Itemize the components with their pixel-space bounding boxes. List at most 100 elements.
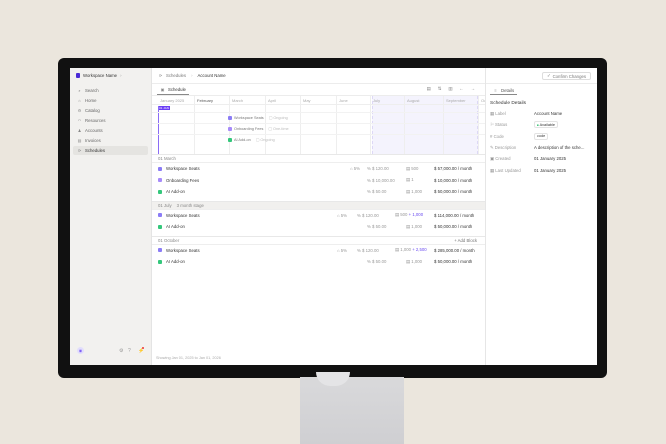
section-header: 01 March: [152, 154, 485, 163]
sidebar-item-label: Resources: [85, 118, 106, 123]
breadcrumb-schedules[interactable]: Schedules: [166, 73, 186, 78]
gantt-row-divider: [152, 134, 485, 135]
print-icon[interactable]: ▤: [427, 86, 431, 92]
arrow-left-icon[interactable]: ←: [459, 86, 463, 92]
home-icon: ⌂: [78, 98, 81, 103]
sidebar-item-label: Catalog: [85, 108, 100, 113]
table-row[interactable]: Workspace Seats ⌂ 5% % $ 120.00 ▤ 500 $ 57,0…: [152, 163, 485, 174]
swap-icon[interactable]: ⇅: [438, 86, 442, 92]
schedules-icon: ⟳: [77, 148, 82, 153]
quantity-value: ▤ 1,000 + 2,500: [395, 247, 427, 252]
workspace-logo-icon: [76, 73, 80, 78]
gantt-row-divider: [152, 123, 485, 124]
gantt-bar[interactable]: Workspace Seats ▢ Ongoing: [228, 115, 288, 120]
calendar-icon: ▣: [160, 87, 165, 92]
discount-value: ⌂ 5%: [337, 212, 347, 218]
item-icon: [228, 126, 232, 131]
discount-value: ⌂ 5%: [350, 166, 360, 171]
field-value: A description of the sche...: [534, 144, 585, 150]
field-value-last-updated: 01 January 2025: [534, 168, 566, 173]
total-value: $ 10,000.00 / month: [434, 177, 473, 183]
table-row[interactable]: AI Add-on % $ 50.00 ▤ 1,000 $ 50,000.00 / m…: [152, 221, 485, 232]
add-block-button[interactable]: + Add Block: [454, 238, 477, 243]
quantity-value: ▤ 1,000: [406, 223, 423, 229]
field-value-description: A description of the sche...: [534, 145, 584, 150]
sidebar-item-catalog[interactable]: ⚙ Catalog: [73, 106, 148, 115]
gantt-item-name: AI Add-on: [234, 137, 251, 142]
tab-schedule[interactable]: ▣ Schedule: [157, 85, 189, 95]
price-value: % $ 50.00: [367, 189, 387, 194]
sidebar-item-schedules[interactable]: ⟳ Schedules: [73, 146, 148, 155]
settings-icon[interactable]: ⚙: [119, 348, 123, 354]
item-name: Workspace Seats: [166, 166, 200, 171]
check-icon: ✓: [546, 73, 551, 78]
month-label: February: [197, 98, 214, 103]
search-icon: ⌕: [78, 88, 81, 93]
section-subtitle: 3 month stage: [176, 202, 204, 208]
sidebar-item-accounts[interactable]: ♟ Accounts: [73, 126, 148, 135]
table-row[interactable]: AI Add-on % $ 50.00 ▤ 1,000 $ 50,000.00 / m…: [152, 256, 485, 267]
price-value: % $ 50.00: [367, 224, 387, 229]
list-icon: ≡: [494, 87, 497, 93]
month-label: May: [303, 98, 311, 103]
item-icon: [228, 137, 232, 142]
details-title: Schedule Details: [490, 101, 526, 106]
item-name: Workspace Seats: [166, 247, 200, 253]
arrow-right-icon[interactable]: →: [471, 86, 475, 92]
gantt-row-divider: [152, 112, 485, 113]
section-title: 01 March: [158, 156, 176, 161]
total-value: $ 50,000.00 / month: [434, 189, 473, 194]
sidebar-item-label: Search: [85, 88, 99, 93]
quantity-added: + 1,000: [407, 212, 424, 217]
section-header: 01 October + Add Block: [152, 235, 485, 245]
item-icon: [158, 178, 162, 182]
section-header: 01 July 3 month stage: [152, 200, 485, 210]
table-row[interactable]: Onboarding Fees % $ 10,000.00 ▤ 1 $ 10,000.…: [152, 175, 485, 186]
confirm-changes-button[interactable]: ✓ Confirm Changes: [541, 72, 591, 80]
sidebar-item-label: Invoices: [85, 138, 101, 143]
gantt-bar[interactable]: AI Add-on ▢ Ongoing: [228, 137, 275, 142]
price-value: % $ 50.00: [367, 259, 387, 264]
field-value-label: Account Name: [534, 111, 562, 116]
help-icon[interactable]: ?: [128, 348, 131, 354]
gantt-bar[interactable]: Onboarding Fees ▢ One-time: [228, 126, 289, 131]
monitor-stand: [300, 377, 404, 444]
sidebar-item-invoices[interactable]: ▤ Invoices: [73, 136, 148, 145]
item-name: Workspace Seats: [166, 212, 200, 218]
item-name: AI Add-on: [166, 259, 185, 264]
quantity-value: ▤ 500 + 1,000: [395, 212, 424, 217]
quantity-value: ▤ 1: [406, 177, 414, 182]
tab-details[interactable]: ≡ Details: [490, 86, 518, 95]
month-label: June: [339, 98, 348, 103]
section-title: 01 July: [158, 202, 172, 208]
table-row[interactable]: Workspace Seats ⌂ 5% % $ 120.00 ▤ 500 + 1,0…: [152, 210, 485, 221]
price-value: % $ 120.00: [367, 166, 389, 171]
sidebar-item-search[interactable]: ⌕ Search: [73, 86, 148, 95]
delete-icon[interactable]: ▥: [448, 86, 452, 92]
field-value: code: [537, 134, 546, 139]
quantity-added: + 2,500: [411, 247, 427, 252]
notifications-icon[interactable]: ⚡: [138, 347, 144, 354]
schedules-icon: ⟳: [158, 73, 163, 78]
workspace-switcher[interactable]: Workspace Name ›: [76, 73, 122, 78]
workspace-name: Workspace Name: [83, 73, 118, 78]
section-title: 01 October: [158, 237, 180, 243]
month-label: August: [407, 98, 420, 103]
item-icon: [158, 166, 162, 171]
accounts-icon: ♟: [77, 128, 82, 133]
catalog-icon: ⚙: [77, 108, 82, 113]
table-row[interactable]: Workspace Seats ⌂ 5% % $ 120.00 ▤ 1,000 + 2…: [152, 245, 485, 256]
main-content: ⟳ Schedules › Account Name ▣ Schedule ▤ ⇅ ▥…: [152, 68, 486, 365]
breadcrumb-current: Account Name: [197, 73, 226, 78]
table-row[interactable]: AI Add-on % $ 50.00 ▤ 1,000 $ 50,000.00 / m…: [152, 186, 485, 197]
field-label: # Code: [490, 133, 504, 139]
sidebar-item-home[interactable]: ⌂ Home: [73, 96, 148, 105]
sidebar-item-resources[interactable]: ◠ Resources: [73, 116, 148, 125]
field-value: Account Name: [534, 111, 563, 116]
sidebar: Workspace Name › ⌕ Search ⌂ Home ⚙ Catalog ◠ Re…: [70, 68, 152, 365]
app-window: Workspace Name › ⌕ Search ⌂ Home ⚙ Catalog ◠ Re…: [70, 68, 597, 365]
user-avatar[interactable]: ◉: [77, 347, 84, 354]
field-label: ▦ Last Updated: [490, 167, 521, 173]
quantity-value: ▤ 1,000: [406, 188, 423, 194]
field-value: 01 January 2025: [534, 156, 567, 162]
